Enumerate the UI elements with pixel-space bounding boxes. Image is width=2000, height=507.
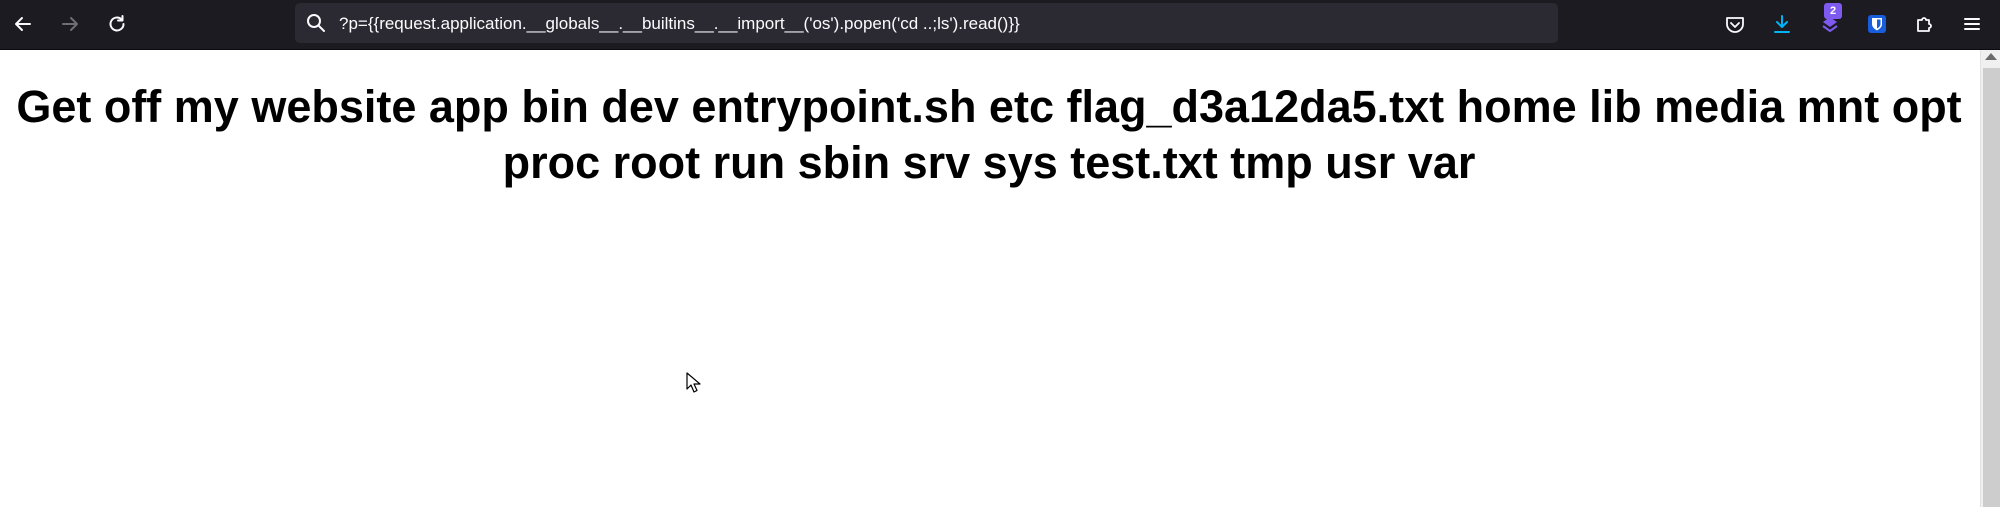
page-content: Get off my website app bin dev entrypoin…	[0, 50, 1978, 507]
hamburger-menu-icon	[1964, 18, 1980, 30]
extension-badge-count: 2	[1824, 3, 1842, 19]
forward-arrow-icon	[62, 17, 78, 31]
url-text[interactable]: ?p={{request.application.__globals__.__b…	[339, 3, 1020, 43]
scrollbar-thumb[interactable]	[1983, 68, 2000, 507]
page-heading: Get off my website app bin dev entrypoin…	[16, 81, 1962, 188]
vertical-scrollbar[interactable]	[1980, 50, 2000, 507]
reload-icon	[109, 15, 125, 32]
reload-button[interactable]	[102, 9, 132, 39]
browser-toolbar: ?p={{request.application.__globals__.__b…	[0, 0, 2000, 50]
bitwarden-shield-icon	[1868, 15, 1886, 33]
download-icon	[1774, 15, 1790, 33]
extensions-button[interactable]	[1909, 9, 1939, 39]
pocket-icon	[1726, 17, 1744, 33]
mouse-cursor-icon	[686, 372, 701, 393]
puzzle-piece-icon	[1917, 17, 1932, 32]
bitwarden-button[interactable]	[1862, 9, 1892, 39]
app-menu-button[interactable]	[1957, 9, 1987, 39]
back-button[interactable]	[8, 9, 38, 39]
back-arrow-icon	[15, 17, 31, 31]
downloads-button[interactable]	[1767, 9, 1797, 39]
pocket-button[interactable]	[1720, 9, 1750, 39]
search-icon	[307, 14, 325, 32]
address-bar[interactable]: ?p={{request.application.__globals__.__b…	[295, 3, 1558, 43]
forward-button[interactable]	[55, 9, 85, 39]
scroll-up-arrow-icon[interactable]	[1985, 53, 1997, 60]
